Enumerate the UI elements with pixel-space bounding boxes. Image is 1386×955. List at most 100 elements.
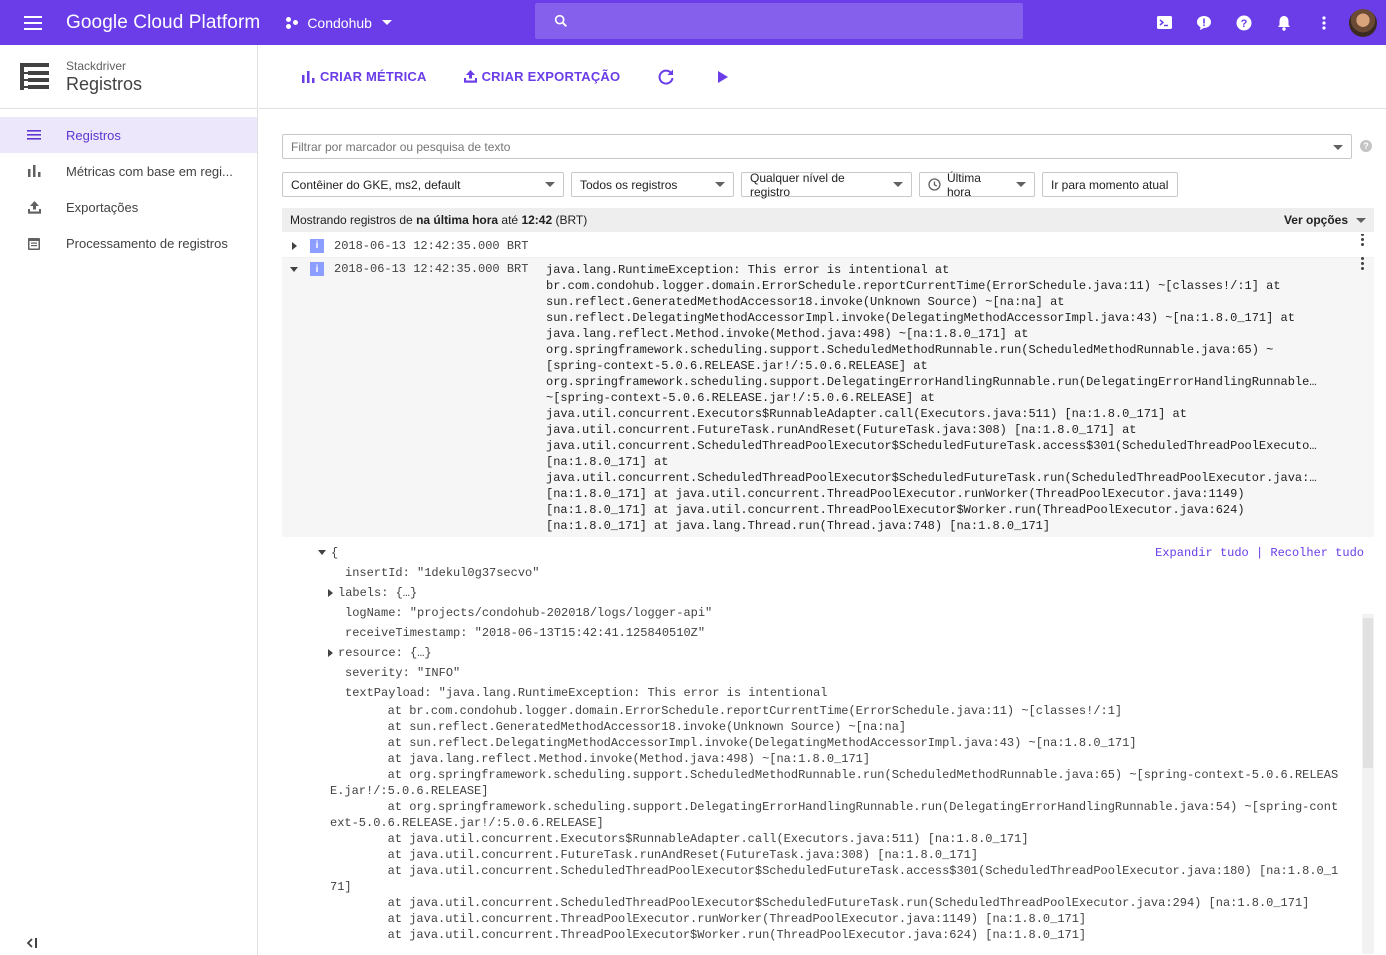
expand-toggle[interactable] — [282, 241, 306, 250]
sidebar-item-registros[interactable]: Registros — [0, 117, 257, 153]
log-message-line: java.util.concurrent.FutureTask.runAndRe… — [546, 423, 1137, 437]
sidebar-header: Stackdriver Registros — [0, 45, 257, 109]
filter-box[interactable] — [282, 134, 1352, 159]
log-select[interactable]: Todos os registros — [571, 172, 734, 197]
log-message-line: java.util.concurrent.Executors$RunnableA… — [546, 407, 1187, 421]
project-selector[interactable]: Condohub — [286, 15, 392, 31]
jump-to-now-label: Ir para momento atual — [1051, 177, 1169, 192]
log-message: java.lang.RuntimeException: This error i… — [546, 262, 1334, 534]
level-select[interactable]: Qualquer nível de registro — [741, 170, 912, 199]
brand-title[interactable]: Google Cloud Platform — [66, 12, 260, 34]
jump-to-now-button[interactable]: Ir para momento atual — [1042, 172, 1178, 197]
json-field-textpayload: textPayload: "java.lang.RuntimeException… — [345, 686, 828, 700]
collapse-sidebar-button[interactable] — [26, 936, 38, 951]
log-message-line: java.util.concurrent.ScheduledThreadPool… — [546, 439, 1317, 453]
trace-line: at sun.reflect.DelegatingMethodAccessorI… — [330, 736, 1137, 750]
more-options-button[interactable] — [1304, 0, 1344, 45]
info-severity-icon: i — [310, 238, 324, 253]
chevron-down-icon — [318, 550, 326, 556]
trace-line: at java.util.concurrent.ThreadPoolExecut… — [330, 912, 1087, 926]
search-bar[interactable] — [535, 3, 1023, 39]
trace-line: at java.util.concurrent.ScheduledThreadP… — [330, 864, 1339, 878]
log-entry-row[interactable]: i 2018-06-13 12:42:35.000 BRT — [282, 234, 1374, 258]
time-select[interactable]: Última hora — [919, 170, 1035, 199]
more-vert-icon[interactable] — [1361, 238, 1364, 241]
json-field-insertid: insertId: "1dekul0g37secvo" — [345, 566, 540, 580]
sidebar-item-metricas[interactable]: Métricas com base em regi... — [0, 153, 257, 189]
stream-logs-button[interactable] — [717, 70, 734, 84]
calendar-icon — [26, 235, 42, 251]
refresh-icon — [658, 69, 674, 85]
chevron-right-icon — [328, 588, 333, 597]
trace-line: 71] — [330, 880, 352, 894]
hamburger-menu-button[interactable] — [0, 0, 66, 45]
sidebar-item-label: Exportações — [66, 199, 139, 215]
log-entries: i 2018-06-13 12:42:35.000 BRT i 2018-06-… — [282, 234, 1374, 955]
resource-select[interactable]: Contêiner do GKE, ms2, default — [282, 172, 564, 197]
time-select-value: Última hora — [946, 170, 981, 199]
trace-line: at java.util.concurrent.FutureTask.runAn… — [330, 848, 979, 862]
results-status-bar: Mostrando registros de na última hora at… — [282, 208, 1374, 232]
log-message-line: sun.reflect.GeneratedMethodAccessor18.in… — [546, 295, 1065, 309]
json-field-labels[interactable]: labels: {…} — [318, 583, 1374, 603]
search-icon — [554, 14, 567, 27]
bar-chart-icon — [26, 163, 42, 179]
chevron-down-icon[interactable] — [1333, 145, 1343, 150]
create-export-button[interactable]: CRIAR EXPORTAÇÃO — [463, 69, 621, 84]
collapse-toggle[interactable] — [282, 262, 306, 276]
project-dots-icon — [286, 16, 300, 30]
search-input[interactable] — [581, 13, 1001, 29]
trace-line: at java.lang.reflect.Method.invoke(Metho… — [330, 752, 871, 766]
log-select-value: Todos os registros — [580, 177, 678, 192]
cloud-shell-button[interactable] — [1144, 0, 1184, 45]
level-select-value: Qualquer nível de registro — [750, 170, 845, 199]
refresh-button[interactable] — [657, 68, 680, 86]
filter-help-icon[interactable]: ? — [1360, 140, 1372, 152]
more-vert-icon — [1322, 15, 1326, 30]
log-message-line: [na:1.8.0_171] at java.util.concurrent.T… — [546, 503, 1245, 517]
link-separator: | — [1255, 546, 1264, 560]
expand-all-link[interactable]: Expandir tudo — [1155, 546, 1249, 560]
json-brace: { — [331, 546, 339, 560]
sidebar-item-label: Métricas com base em regi... — [66, 163, 233, 179]
sidebar-item-label: Processamento de registros — [66, 235, 228, 251]
info-severity-icon: i — [310, 262, 324, 276]
trace-line: at java.util.concurrent.ThreadPoolExecut… — [330, 928, 1087, 942]
top-app-bar: Google Cloud Platform Condohub ? — [0, 0, 1386, 45]
chevron-down-icon — [545, 182, 555, 187]
status-range: na última hora — [416, 213, 499, 227]
sidebar-item-label: Registros — [66, 127, 121, 143]
json-field-resource[interactable]: resource: {…} — [318, 643, 1374, 663]
json-field-receivetimestamp: receiveTimestamp: "2018-06-13T15:42:41.1… — [345, 626, 706, 640]
log-entry-row-expanded[interactable]: i 2018-06-13 12:42:35.000 BRT java.lang.… — [282, 258, 1374, 537]
product-name: Stackdriver — [66, 58, 127, 73]
action-toolbar: CRIAR MÉTRICA CRIAR EXPORTAÇÃO — [259, 45, 1386, 109]
trace-line: at java.util.concurrent.ScheduledThreadP… — [330, 896, 1310, 910]
filter-input[interactable] — [291, 139, 1321, 154]
chevron-down-icon — [1016, 182, 1026, 187]
create-export-label: CRIAR EXPORTAÇÃO — [481, 69, 621, 84]
scrollbar-thumb[interactable] — [1363, 618, 1373, 768]
logging-product-icon — [20, 63, 49, 90]
log-message-line: org.springframework.scheduling.support.S… — [546, 343, 1274, 357]
scrollbar[interactable] — [1362, 614, 1374, 954]
json-field-severity: severity: "INFO" — [345, 666, 461, 680]
sidebar-item-exportacoes[interactable]: Exportações — [0, 189, 257, 225]
bell-icon — [1278, 15, 1290, 31]
json-expand-collapse-links: Expandir tudo | Recolher tudo — [1155, 543, 1364, 563]
json-resource-text: resource: {…} — [338, 646, 432, 660]
create-metric-button[interactable]: CRIAR MÉTRICA — [302, 69, 427, 84]
help-button[interactable]: ? — [1224, 0, 1264, 45]
view-options-label: Ver opções — [1283, 213, 1348, 227]
collapse-all-link[interactable]: Recolher tudo — [1270, 546, 1364, 560]
more-vert-icon[interactable] — [1361, 262, 1364, 265]
notifications-button[interactable] — [1264, 0, 1304, 45]
log-message-line: java.lang.RuntimeException: This error i… — [546, 263, 950, 277]
feedback-button[interactable] — [1184, 0, 1224, 45]
svg-text:?: ? — [1241, 18, 1248, 30]
log-message-line: org.springframework.scheduling.support.D… — [546, 375, 1317, 389]
log-message-line: ~[spring-context-5.0.6.RELEASE.jar!/:5.0… — [546, 391, 935, 405]
sidebar-item-processamento[interactable]: Processamento de registros — [0, 225, 257, 261]
view-options-button[interactable]: Ver opções — [1284, 213, 1366, 227]
avatar[interactable] — [1349, 8, 1377, 37]
